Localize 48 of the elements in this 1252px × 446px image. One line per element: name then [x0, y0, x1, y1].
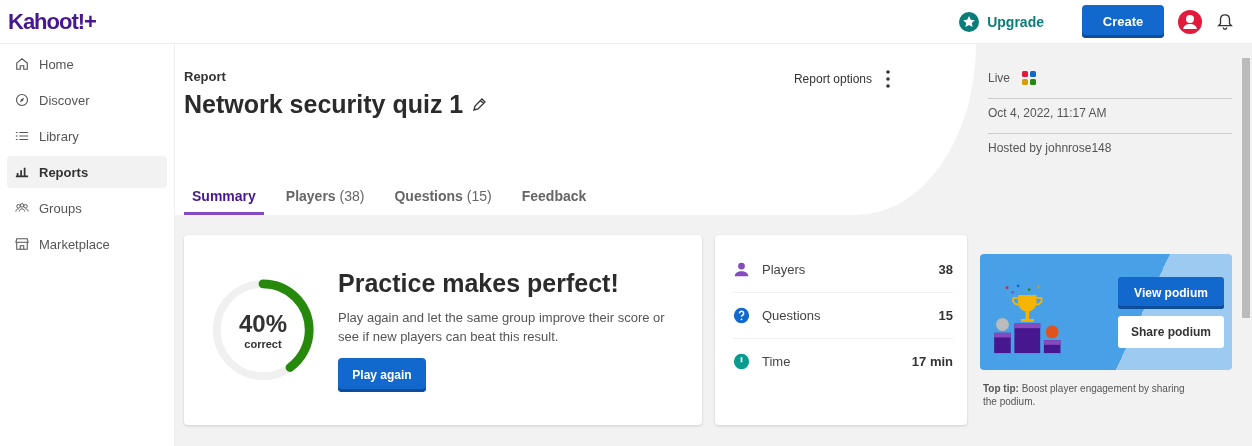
chart-icon: [15, 165, 29, 179]
game-mode-label: Live: [988, 71, 1010, 85]
game-mode-icon: [1022, 71, 1036, 85]
person-icon: [733, 261, 750, 278]
view-podium-button[interactable]: View podium: [1118, 276, 1224, 309]
play-again-button[interactable]: Play again: [338, 357, 426, 392]
notification-bell-icon[interactable]: [1216, 12, 1234, 31]
sidebar-item[interactable]: Home: [7, 48, 167, 80]
sidebar-item[interactable]: Discover: [7, 84, 167, 116]
more-icon: [886, 70, 890, 88]
page-eyebrow: Report: [184, 69, 227, 84]
sidebar-item[interactable]: Library: [7, 120, 167, 152]
home-icon: [15, 57, 29, 71]
stat-label: Time: [762, 354, 792, 369]
stat-value: 15: [938, 308, 953, 323]
upgrade-button[interactable]: Upgrade: [953, 10, 1050, 33]
group-icon: [15, 201, 29, 215]
avatar-icon[interactable]: [1178, 9, 1202, 34]
report-options-button[interactable]: Report options: [787, 69, 896, 89]
stat-label: Players: [762, 262, 807, 277]
clock-icon: [733, 353, 750, 370]
tab[interactable]: Summary: [184, 188, 264, 215]
question-icon: [733, 307, 750, 324]
percent-value: 40%: [238, 310, 287, 338]
host-label: Hosted by johnrose148: [988, 141, 1112, 155]
tab[interactable]: Feedback: [513, 188, 595, 215]
date-label: Oct 4, 2022, 11:17 AM: [988, 106, 1107, 120]
tab[interactable]: Players (38): [277, 188, 373, 215]
logo[interactable]: Kahoot!+: [8, 8, 96, 35]
score-description: Play again and let the same group improve their score or see if new players can beat this result.: [338, 308, 666, 346]
scrollbar[interactable]: [1240, 44, 1252, 446]
sidebar-item[interactable]: Groups: [7, 192, 167, 224]
edit-icon[interactable]: [471, 96, 488, 113]
score-heading: Practice makes perfect!: [338, 268, 620, 298]
stat-value: 38: [938, 262, 953, 277]
sidebar-item[interactable]: Marketplace: [7, 228, 167, 260]
report-title: Network security quiz 1: [184, 90, 464, 119]
tab[interactable]: Questions (15): [386, 188, 500, 215]
share-podium-button[interactable]: Share podium: [1118, 315, 1224, 348]
compass-icon: [15, 93, 29, 107]
percent-caption: correct: [244, 338, 282, 350]
create-button[interactable]: Create: [1082, 5, 1164, 38]
list-icon: [15, 129, 29, 143]
stat-value: 17 min: [911, 354, 953, 369]
tip-text: Top tip: Boost player engagement by sharing the podium.: [983, 382, 1186, 408]
sidebar-item[interactable]: Reports: [7, 156, 167, 188]
store-icon: [15, 237, 29, 251]
stat-label: Questions: [762, 308, 822, 323]
